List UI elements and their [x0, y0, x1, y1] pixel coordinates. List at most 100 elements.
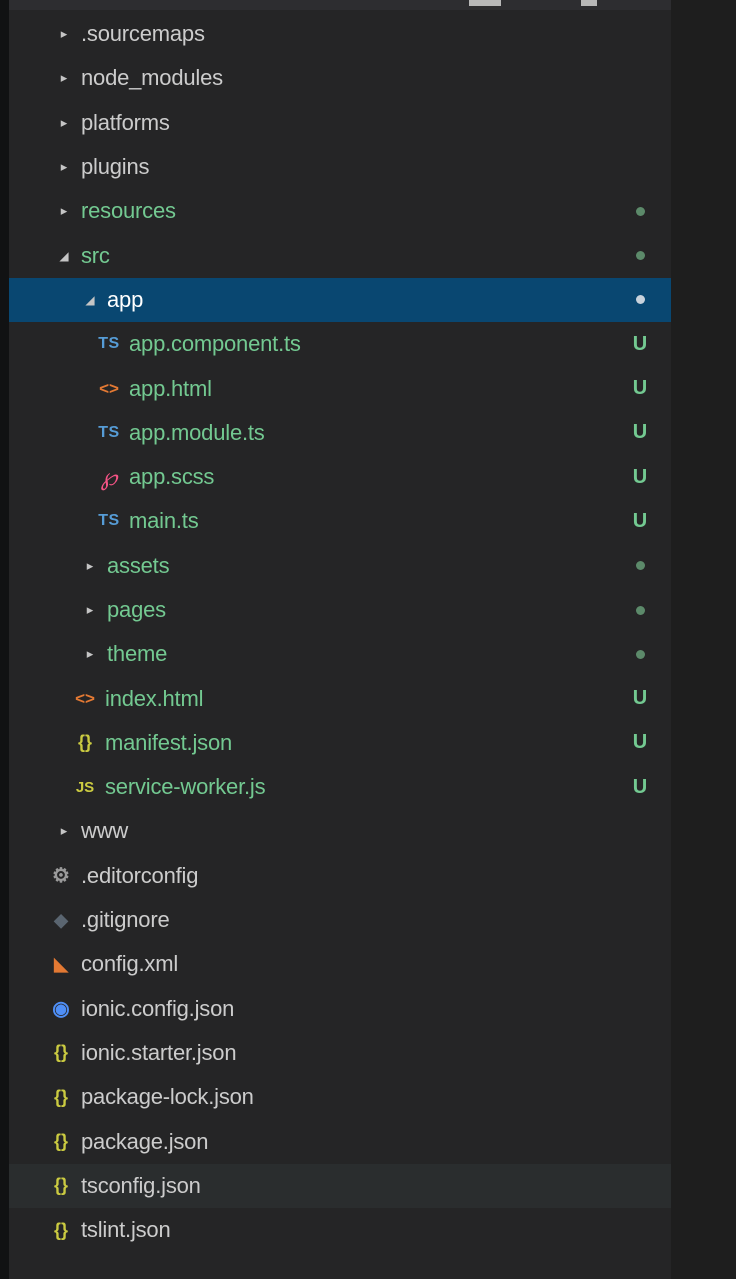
folder-src[interactable]: ◢ src — [9, 233, 671, 277]
modified-dot-icon — [627, 544, 653, 588]
tree-item-label: tsconfig.json — [81, 1172, 201, 1198]
chevron-right-icon[interactable]: ▸ — [83, 646, 97, 662]
tree-item-label: .sourcemaps — [81, 21, 205, 47]
tree-item-label: package-lock.json — [81, 1084, 254, 1110]
tree-item-label: main.ts — [129, 508, 199, 534]
untracked-badge: U — [632, 465, 648, 488]
file-tsconfig-json[interactable]: {} tsconfig.json — [9, 1163, 671, 1209]
file-tslint-json[interactable]: {} tslint.json — [9, 1208, 671, 1252]
tree-item-label: app.component.ts — [129, 331, 301, 357]
git-status-badge: U — [627, 411, 653, 455]
chevron-right-icon[interactable]: ▸ — [57, 115, 71, 131]
tree-item-label: resources — [81, 198, 176, 224]
folder-theme[interactable]: ▸ theme — [9, 632, 671, 676]
file-config-xml[interactable]: ◣ config.xml — [9, 942, 671, 986]
folder-node-modules[interactable]: ▸ node_modules — [9, 56, 671, 100]
typescript-icon: TS — [98, 423, 120, 441]
file-gitignore[interactable]: ◆ .gitignore — [9, 898, 671, 942]
header-underline — [469, 0, 501, 6]
html-icon: <> — [99, 378, 119, 398]
file-service-worker-js[interactable]: JS service-worker.js U — [9, 765, 671, 809]
modified-dot-icon — [627, 189, 653, 233]
file-app-html[interactable]: <> app.html U — [9, 366, 671, 410]
folder-app[interactable]: ◢ app — [9, 277, 671, 323]
file-app-scss[interactable]: ℘ app.scss U — [9, 455, 671, 499]
file-ionic-config-json[interactable]: ◉ ionic.config.json — [9, 987, 671, 1031]
chevron-right-icon[interactable]: ▸ — [57, 203, 71, 219]
explorer-header-strip — [9, 0, 671, 10]
tree-item-label: .gitignore — [81, 907, 170, 933]
json-icon: {} — [53, 1086, 68, 1107]
git-status-badge: U — [627, 455, 653, 499]
gear-icon: ⚙ — [52, 865, 70, 888]
untracked-badge: U — [632, 509, 648, 532]
tree-item-label: node_modules — [81, 65, 223, 91]
status-dot — [635, 561, 645, 571]
untracked-badge: U — [632, 332, 648, 355]
folder-resources[interactable]: ▸ resources — [9, 189, 671, 233]
chevron-down-icon[interactable]: ◢ — [57, 249, 71, 263]
header-underline — [581, 0, 597, 6]
git-status-badge: U — [627, 322, 653, 366]
file-package-json[interactable]: {} package.json — [9, 1119, 671, 1163]
tree-item-label: src — [81, 242, 110, 268]
file-app-component-ts[interactable]: TS app.component.ts U — [9, 322, 671, 366]
tree-item-label: app.html — [129, 375, 212, 401]
tree-item-label: package.json — [81, 1128, 209, 1154]
file-ionic-starter-json[interactable]: {} ionic.starter.json — [9, 1031, 671, 1075]
chevron-right-icon[interactable]: ▸ — [57, 26, 71, 42]
tree-item-label: manifest.json — [105, 729, 233, 755]
file-package-lock-json[interactable]: {} package-lock.json — [9, 1075, 671, 1119]
git-status-badge: U — [627, 721, 653, 765]
modified-dot-icon — [627, 233, 653, 277]
typescript-icon: TS — [98, 335, 120, 353]
tree-item-label: app — [107, 286, 144, 312]
tree-item-label: pages — [107, 597, 166, 622]
json-icon: {} — [53, 1219, 68, 1240]
status-dot — [635, 605, 645, 615]
tree-item-label: ionic.config.json — [81, 995, 235, 1021]
file-index-html[interactable]: <> index.html U — [9, 676, 671, 720]
modified-dot-icon — [627, 588, 653, 632]
file-main-ts[interactable]: TS main.ts U — [9, 499, 671, 543]
chevron-right-icon[interactable]: ▸ — [57, 70, 71, 86]
html-icon: <> — [75, 688, 95, 708]
tree-item-label: config.xml — [81, 951, 179, 977]
ionic-icon: ◉ — [52, 998, 70, 1021]
file-app-module-ts[interactable]: TS app.module.ts U — [9, 411, 671, 455]
chevron-right-icon[interactable]: ▸ — [83, 558, 97, 574]
rss-icon: ◣ — [54, 953, 68, 974]
folder-sourcemaps[interactable]: ▸ .sourcemaps — [9, 12, 671, 56]
chevron-right-icon[interactable]: ▸ — [57, 159, 71, 175]
tree-item-label: www — [81, 818, 129, 844]
git-status-badge: U — [627, 499, 653, 543]
untracked-badge: U — [632, 687, 648, 710]
folder-pages[interactable]: ▸ pages — [9, 588, 671, 632]
editor-area — [671, 0, 736, 1279]
status-dot — [635, 649, 645, 659]
file-manifest-json[interactable]: {} manifest.json U — [9, 721, 671, 765]
file-explorer: ▸ .sourcemaps ▸ node_modules ▸ platforms ▸ plug… — [9, 0, 671, 1279]
file-editorconfig[interactable]: ⚙ .editorconfig — [9, 854, 671, 898]
chevron-down-icon[interactable]: ◢ — [83, 293, 97, 307]
file-tree: ▸ .sourcemaps ▸ node_modules ▸ platforms ▸ plug… — [9, 12, 671, 1252]
git-status-badge: U — [627, 676, 653, 720]
activity-bar-edge — [0, 0, 9, 1279]
modified-dot-icon — [627, 632, 653, 676]
typescript-icon: TS — [98, 512, 120, 530]
chevron-right-icon[interactable]: ▸ — [57, 823, 71, 839]
modified-dot-icon — [627, 278, 653, 322]
json-icon: {} — [53, 1175, 68, 1196]
untracked-badge: U — [632, 731, 648, 754]
tree-item-label: assets — [107, 552, 170, 578]
tree-item-label: ionic.starter.json — [81, 1039, 237, 1065]
tree-item-label: theme — [107, 641, 168, 667]
chevron-right-icon[interactable]: ▸ — [83, 602, 97, 618]
javascript-icon: JS — [75, 778, 95, 796]
folder-plugins[interactable]: ▸ plugins — [9, 145, 671, 189]
folder-platforms[interactable]: ▸ platforms — [9, 101, 671, 145]
tree-item-label: index.html — [105, 685, 204, 711]
folder-www[interactable]: ▸ www — [9, 809, 671, 853]
folder-assets[interactable]: ▸ assets — [9, 544, 671, 588]
json-icon: {} — [53, 1042, 68, 1063]
